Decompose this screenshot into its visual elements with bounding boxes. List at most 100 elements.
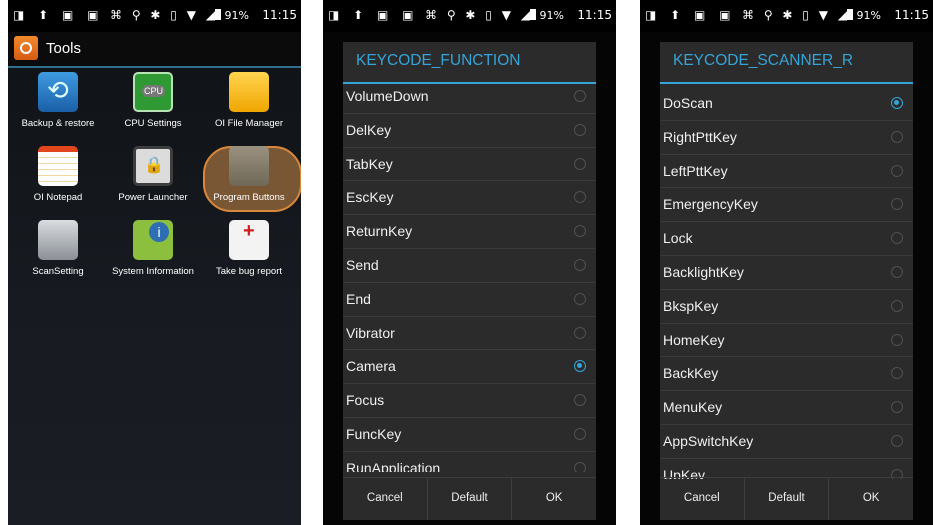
app-oi-file-manager[interactable]: OI File Manager — [203, 72, 295, 129]
radio-unselected-icon[interactable] — [574, 258, 586, 271]
list-item-label: LeftPttKey — [663, 162, 728, 179]
clock: 11:15 — [262, 8, 297, 22]
list-item-label: FuncKey — [346, 425, 402, 442]
radio-unselected-icon[interactable] — [574, 394, 586, 407]
radio-unselected-icon[interactable] — [891, 232, 903, 245]
phone-launcher-screen: ◨ ⬆ ▣ ▣ ⌘ ⚲ ✱ ▯ ▼ ◢ 91% 11:15 Tools Back… — [8, 0, 301, 525]
dialog-title: KEYCODE_FUNCTION — [343, 42, 596, 84]
list-item[interactable]: UpKey — [660, 459, 913, 479]
list-item-label: BackKey — [663, 365, 719, 382]
list-item[interactable]: ReturnKey — [343, 215, 596, 249]
radio-unselected-icon[interactable] — [891, 198, 903, 211]
radio-unselected-icon[interactable] — [574, 191, 586, 204]
list-item[interactable]: EscKey — [343, 181, 596, 216]
ok-button[interactable]: OK — [512, 478, 596, 520]
list-item[interactable]: DoScan — [660, 87, 913, 121]
radio-unselected-icon[interactable] — [574, 225, 586, 238]
list-item[interactable]: MenuKey — [660, 391, 913, 425]
radio-unselected-icon[interactable] — [574, 292, 586, 305]
app-scansetting[interactable]: ScanSetting — [12, 220, 104, 277]
list-item[interactable]: BkspKey — [660, 290, 913, 324]
default-button[interactable]: Default — [428, 478, 513, 520]
ok-button[interactable]: OK — [829, 478, 913, 520]
list-item-label: End — [346, 290, 371, 307]
list-item[interactable]: Send — [343, 249, 596, 283]
list-item[interactable]: RightPttKey — [660, 121, 913, 155]
status-bar: ◨ ⬆ ▣ ▣ ⌘ ⚲ ✱ ▯ ▼ ◢ 91% 11:15 — [323, 0, 616, 32]
list-item[interactable]: DelKey — [343, 114, 596, 148]
list-item[interactable]: TabKey — [343, 148, 596, 182]
cancel-button[interactable]: Cancel — [343, 478, 428, 520]
list-item[interactable]: End — [343, 283, 596, 317]
radio-unselected-icon[interactable] — [574, 90, 586, 102]
app-oi-notepad[interactable]: OI Notepad — [12, 146, 104, 203]
radio-selected-icon[interactable] — [891, 97, 903, 109]
clock: 11:15 — [894, 8, 929, 22]
radio-unselected-icon[interactable] — [891, 265, 903, 278]
info-icon — [133, 220, 173, 260]
radio-unselected-icon[interactable] — [574, 326, 586, 339]
app-system-information[interactable]: System Information — [107, 220, 199, 277]
app-take-bug-report[interactable]: Take bug report — [203, 220, 295, 277]
list-item-label: AppSwitchKey — [663, 432, 754, 449]
dialog-buttons: Cancel Default OK — [343, 477, 596, 520]
list-item-label: RunApplication — [346, 459, 441, 472]
list-item-label: HomeKey — [663, 331, 725, 348]
list-item[interactable]: RunApplication — [343, 452, 596, 472]
system-icons: ⌘ ⚲ ✱ ▯ ▼ ◢ — [742, 8, 850, 22]
list-item[interactable]: HomeKey — [660, 324, 913, 358]
list-item[interactable]: Camera — [343, 350, 596, 385]
list-item[interactable]: BacklightKey — [660, 256, 913, 290]
list-item-label: BacklightKey — [663, 263, 744, 280]
list-item[interactable]: BackKey — [660, 357, 913, 392]
radio-unselected-icon[interactable] — [574, 461, 586, 472]
battery-percent: 91% — [539, 9, 564, 22]
cancel-button[interactable]: Cancel — [660, 478, 745, 520]
list-item[interactable]: Lock — [660, 222, 913, 256]
list-item-label: Lock — [663, 230, 693, 247]
notification-icons: ◨ ⬆ ▣ ▣ — [328, 8, 419, 22]
list-item-label: MenuKey — [663, 399, 723, 416]
scan-icon — [38, 220, 78, 260]
app-power-launcher[interactable]: Power Launcher — [107, 146, 199, 203]
radio-unselected-icon[interactable] — [891, 333, 903, 346]
app-backup-restore[interactable]: Backup & restore — [12, 72, 104, 129]
radio-unselected-icon[interactable] — [891, 367, 903, 380]
radio-unselected-icon[interactable] — [574, 427, 586, 440]
battery-icon — [529, 9, 536, 20]
list-item[interactable]: FuncKey — [343, 418, 596, 452]
list-item[interactable]: AppSwitchKey — [660, 425, 913, 459]
list-item[interactable]: VolumeDown — [343, 80, 596, 114]
list-item-label: VolumeDown — [346, 88, 429, 104]
app-label: CPU Settings — [124, 118, 182, 129]
app-label: Power Launcher — [118, 192, 188, 203]
default-button[interactable]: Default — [745, 478, 830, 520]
list-item[interactable]: LeftPttKey — [660, 155, 913, 189]
battery-indicator: 91% — [529, 9, 564, 22]
radio-unselected-icon[interactable] — [891, 164, 903, 177]
radio-unselected-icon[interactable] — [891, 434, 903, 447]
notification-icons: ◨ ⬆ ▣ ▣ — [645, 8, 736, 22]
battery-indicator: 91% — [214, 9, 249, 22]
notepad-icon — [38, 146, 78, 186]
dialog-title: KEYCODE_SCANNER_R — [660, 42, 913, 84]
list-item[interactable]: EmergencyKey — [660, 188, 913, 223]
keycode-list[interactable]: DoScan RightPttKey LeftPttKey EmergencyKey L… — [660, 87, 913, 479]
radio-unselected-icon[interactable] — [891, 299, 903, 312]
radio-unselected-icon[interactable] — [574, 157, 586, 170]
app-label: ScanSetting — [32, 266, 84, 277]
radio-unselected-icon[interactable] — [891, 401, 903, 414]
list-item-label: EmergencyKey — [663, 196, 758, 213]
system-icons: ⌘ ⚲ ✱ ▯ ▼ ◢ — [110, 8, 218, 22]
app-program-buttons[interactable]: Program Buttons — [203, 146, 295, 203]
keycode-list[interactable]: VolumeDown DelKey TabKey EscKey ReturnKey Sen… — [343, 80, 596, 472]
list-item[interactable]: Focus — [343, 384, 596, 418]
radio-unselected-icon[interactable] — [891, 130, 903, 143]
radio-selected-icon[interactable] — [574, 360, 586, 373]
app-label: OI Notepad — [33, 192, 83, 203]
app-cpu-settings[interactable]: CPU Settings — [107, 72, 199, 129]
radio-unselected-icon[interactable] — [574, 123, 586, 136]
battery-icon — [214, 9, 221, 20]
list-item[interactable]: Vibrator — [343, 317, 596, 351]
bug-report-icon — [229, 220, 269, 260]
